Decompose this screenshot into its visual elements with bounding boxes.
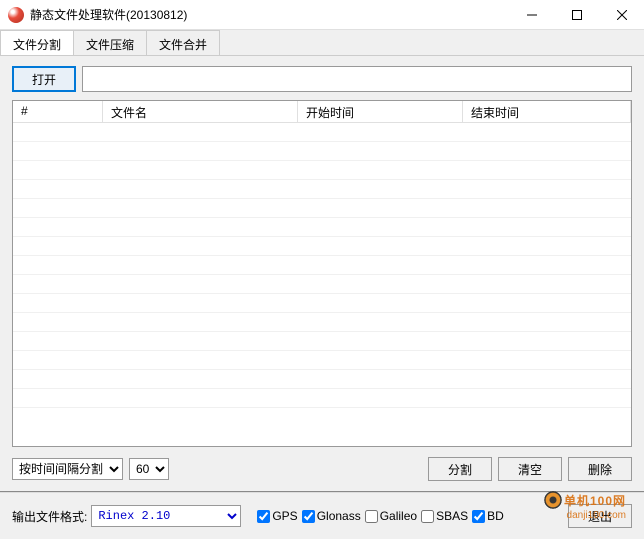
split-mode-select[interactable]: 按时间间隔分割 [12, 458, 123, 480]
gnss-sbas[interactable]: SBAS [421, 509, 468, 523]
file-table: # 文件名 开始时间 结束时间 [12, 100, 632, 447]
close-button[interactable] [599, 0, 644, 30]
table-row [13, 218, 631, 237]
table-body[interactable] [13, 123, 631, 446]
col-start-time[interactable]: 开始时间 [298, 101, 463, 122]
table-row [13, 123, 631, 142]
maximize-button[interactable] [554, 0, 599, 30]
glonass-checkbox[interactable] [302, 510, 315, 523]
table-row [13, 237, 631, 256]
col-filename[interactable]: 文件名 [103, 101, 298, 122]
split-button[interactable]: 分割 [428, 457, 492, 481]
galileo-checkbox[interactable] [365, 510, 378, 523]
table-row [13, 389, 631, 408]
gnss-gps[interactable]: GPS [257, 509, 297, 523]
gps-checkbox[interactable] [257, 510, 270, 523]
table-row [13, 294, 631, 313]
col-end-time[interactable]: 结束时间 [463, 101, 631, 122]
table-row [13, 142, 631, 161]
table-row [13, 332, 631, 351]
tab-file-split[interactable]: 文件分割 [0, 30, 74, 55]
interval-select[interactable]: 60 [129, 458, 169, 480]
tab-bar: 文件分割 文件压缩 文件合并 [0, 30, 644, 56]
open-button[interactable]: 打开 [12, 66, 76, 92]
table-row [13, 256, 631, 275]
output-format-select[interactable]: Rinex 2.10 [91, 505, 241, 527]
sbas-checkbox[interactable] [421, 510, 434, 523]
tab-file-merge[interactable]: 文件合并 [146, 30, 220, 55]
table-row [13, 161, 631, 180]
table-row [13, 370, 631, 389]
exit-button[interactable]: 退出 [568, 504, 632, 528]
gnss-bd[interactable]: BD [472, 509, 504, 523]
output-format-label: 输出文件格式: [12, 508, 87, 525]
app-icon [8, 7, 24, 23]
table-row [13, 199, 631, 218]
gnss-glonass[interactable]: Glonass [302, 509, 361, 523]
tab-file-compress[interactable]: 文件压缩 [73, 30, 147, 55]
table-row [13, 313, 631, 332]
delete-button[interactable]: 删除 [568, 457, 632, 481]
minimize-button[interactable] [509, 0, 554, 30]
col-index[interactable]: # [13, 101, 103, 122]
table-row [13, 351, 631, 370]
file-path-input[interactable] [82, 66, 632, 92]
bd-checkbox[interactable] [472, 510, 485, 523]
table-row [13, 275, 631, 294]
clear-button[interactable]: 清空 [498, 457, 562, 481]
window-title: 静态文件处理软件(20130812) [30, 6, 509, 23]
table-row [13, 180, 631, 199]
gnss-galileo[interactable]: Galileo [365, 509, 417, 523]
